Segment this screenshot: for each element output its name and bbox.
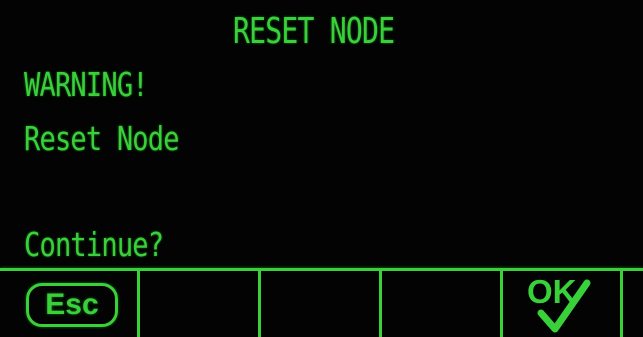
message-text: Reset Node: [24, 119, 180, 158]
page-title: RESET NODE: [233, 11, 395, 52]
ok-check-icon: OK: [527, 273, 591, 333]
warning-text: WARNING!: [24, 65, 149, 104]
softkey-4[interactable]: [382, 271, 503, 337]
continue-prompt: Continue?: [24, 225, 164, 264]
esc-softkey[interactable]: Esc: [0, 271, 140, 337]
esc-icon: Esc: [26, 283, 118, 327]
terminal-display: RESET NODE WARNING! Reset Node Continue?…: [0, 0, 643, 337]
softkey-6[interactable]: [623, 271, 643, 337]
softkey-2[interactable]: [140, 271, 261, 337]
ok-softkey[interactable]: OK: [503, 271, 623, 337]
softkey-bar: Esc OK: [0, 268, 643, 337]
esc-label: Esc: [45, 288, 99, 321]
softkey-3[interactable]: [261, 271, 382, 337]
